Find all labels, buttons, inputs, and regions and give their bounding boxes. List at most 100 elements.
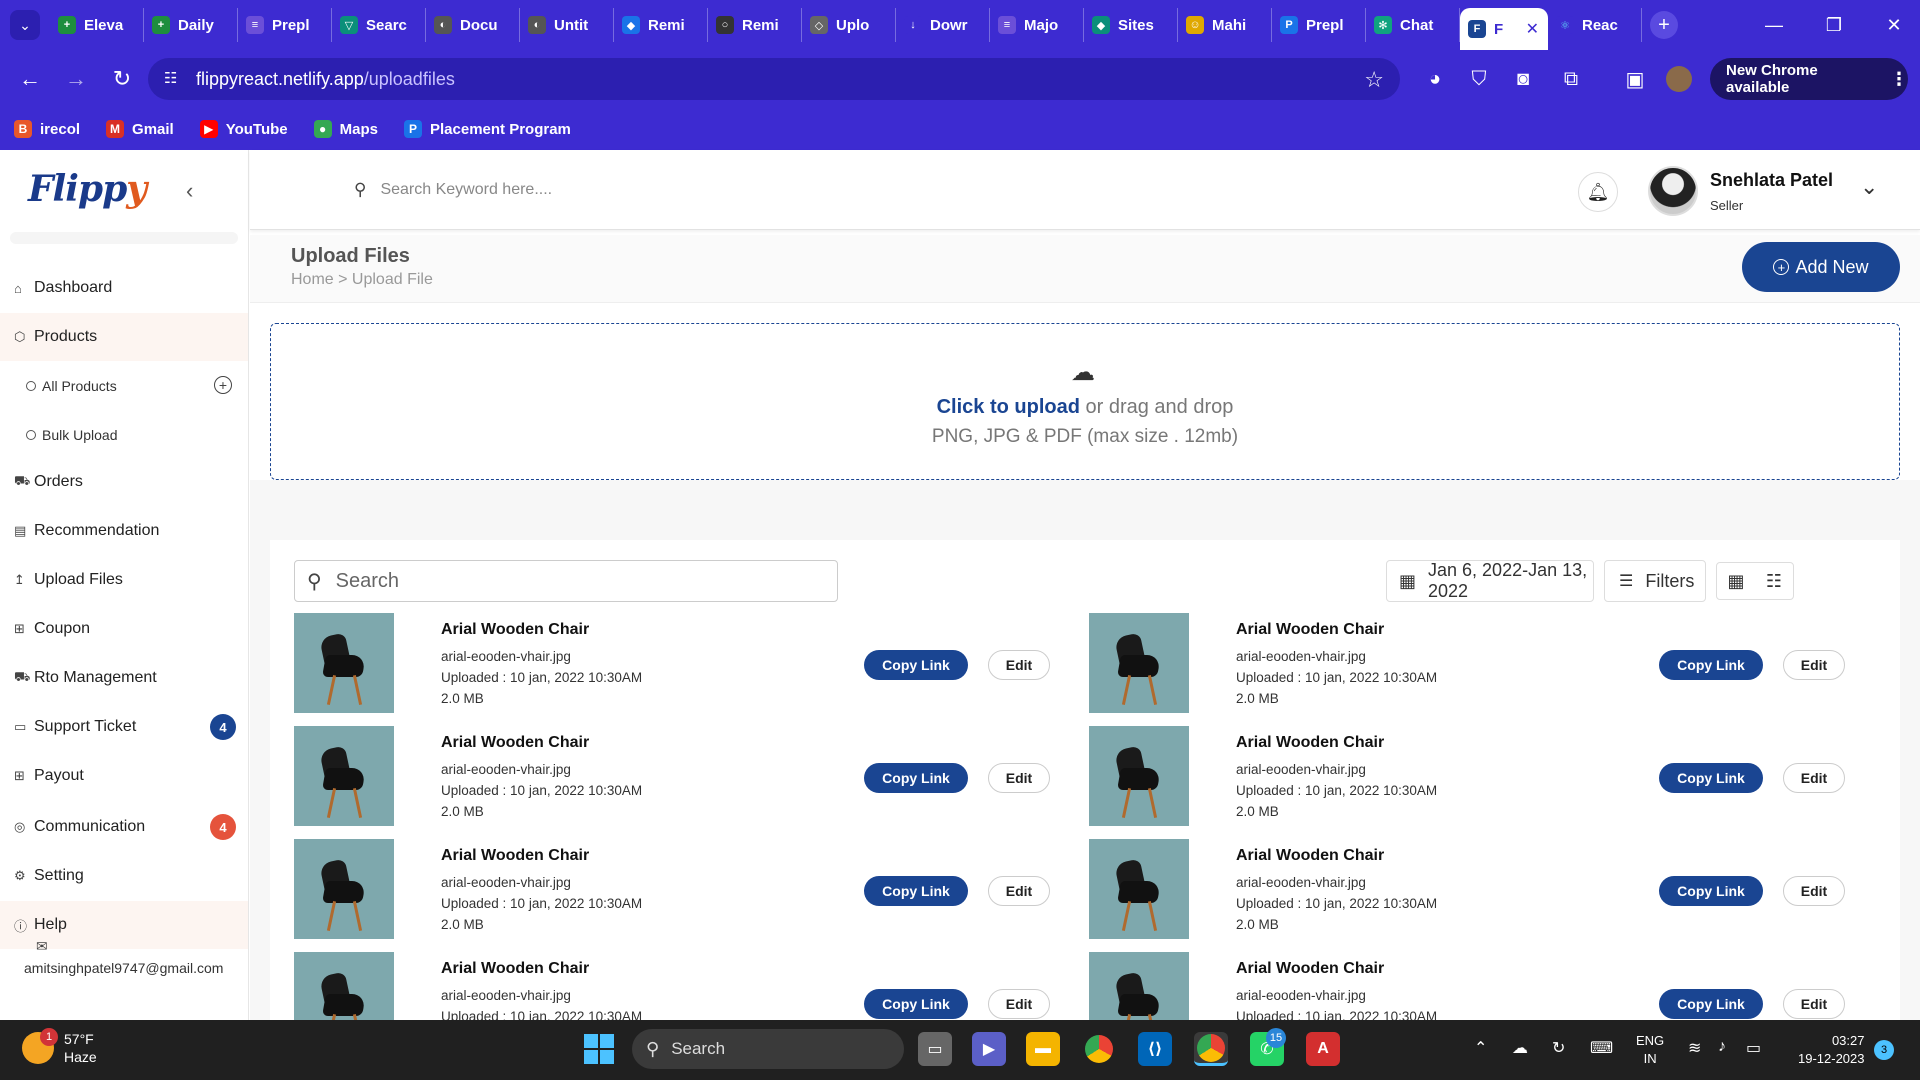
edit-button[interactable]: Edit: [1783, 650, 1845, 680]
browser-tab[interactable]: ◐ Untit: [520, 8, 614, 42]
browser-tab[interactable]: ◆ Remi: [614, 8, 708, 42]
list-view-icon[interactable]: ☷: [1755, 563, 1793, 599]
color-extension-icon[interactable]: ◕: [1420, 64, 1450, 94]
avatar[interactable]: [1648, 166, 1698, 216]
close-tab-icon[interactable]: ✕: [1526, 19, 1539, 39]
battery-icon[interactable]: ▭: [1746, 1038, 1761, 1058]
grid-view-icon[interactable]: ▦: [1717, 563, 1755, 599]
sidebar-item-upload-files[interactable]: ↥ Upload Files: [0, 556, 248, 604]
notification-bell-icon[interactable]: 🔔︎: [1578, 172, 1618, 212]
sidebar-item-dashboard[interactable]: ⌂ Dashboard: [0, 264, 248, 312]
browser-tab[interactable]: + Daily: [144, 8, 238, 42]
shield-extension-icon[interactable]: ⛉: [1464, 64, 1494, 94]
camera-extension-icon[interactable]: ◙: [1508, 64, 1538, 94]
copy-link-button[interactable]: Copy Link: [1659, 876, 1763, 906]
browser-tab[interactable]: ✻ Chat: [1366, 8, 1460, 42]
sidebar-subitem-all-products[interactable]: All Products: [26, 378, 117, 394]
browser-tab[interactable]: ≡ Majo: [990, 8, 1084, 42]
sidebar-item-recommendation[interactable]: ▤ Recommendation: [0, 507, 248, 555]
browser-tab[interactable]: ◆ Sites: [1084, 8, 1178, 42]
edit-button[interactable]: Edit: [988, 763, 1050, 793]
browser-tab[interactable]: + Eleva: [50, 8, 144, 42]
task-view-icon[interactable]: ▭: [918, 1032, 952, 1066]
sidebar-item-payout[interactable]: ⊞ Payout: [0, 752, 248, 800]
upload-dropzone[interactable]: ☁︎ Click to upload or drag and drop PNG,…: [270, 323, 1900, 480]
sidebar-item-coupon[interactable]: ⊞ Coupon: [0, 605, 248, 653]
edit-button[interactable]: Edit: [1783, 763, 1845, 793]
click-to-upload-link[interactable]: Click to upload: [937, 396, 1080, 418]
date-range-picker[interactable]: ▦ Jan 6, 2022-Jan 13, 2022: [1386, 560, 1594, 602]
bookmark-item[interactable]: Birecol: [14, 120, 80, 138]
language-indicator[interactable]: ENG IN: [1636, 1032, 1664, 1068]
browser-tab[interactable]: ⚛ Reac: [1548, 8, 1642, 42]
clock[interactable]: 03:27 19-12-2023: [1798, 1032, 1865, 1068]
site-settings-icon[interactable]: ☷: [164, 69, 184, 89]
browser-tab[interactable]: ≡ Prepl: [238, 8, 332, 42]
tab-search-button[interactable]: ⌄: [10, 10, 40, 40]
sidebar-item-rto-management[interactable]: ⛟ Rto Management: [0, 654, 248, 702]
wifi-icon[interactable]: ≋: [1688, 1038, 1701, 1058]
sidebar-item-products[interactable]: ⬡ Products: [0, 313, 248, 361]
add-new-button[interactable]: + Add New: [1742, 242, 1900, 292]
windows-start-icon[interactable]: [584, 1034, 614, 1064]
browser-tab[interactable]: ↓ Dowr: [896, 8, 990, 42]
copy-link-button[interactable]: Copy Link: [864, 989, 968, 1019]
profile-avatar[interactable]: [1666, 66, 1692, 92]
reload-icon[interactable]: ↻: [102, 59, 142, 99]
browser-tab-active[interactable]: F F ✕: [1460, 8, 1548, 50]
chrome-icon[interactable]: [1082, 1032, 1116, 1066]
chevron-down-icon[interactable]: ⌄: [1860, 174, 1878, 200]
acrobat-icon[interactable]: A: [1306, 1032, 1340, 1066]
sidebar-subitem-bulk-upload[interactable]: Bulk Upload: [26, 427, 118, 443]
bookmark-item[interactable]: M Gmail: [106, 120, 174, 138]
browser-tab[interactable]: ☺ Mahi: [1178, 8, 1272, 42]
edit-button[interactable]: Edit: [988, 650, 1050, 680]
add-product-icon[interactable]: +: [214, 376, 232, 394]
copy-link-button[interactable]: Copy Link: [864, 763, 968, 793]
copy-link-button[interactable]: Copy Link: [864, 650, 968, 680]
forward-icon[interactable]: →: [56, 59, 96, 99]
sidebar-item-orders[interactable]: ⛟ Orders: [0, 458, 248, 506]
sidebar-item-setting[interactable]: ⚙ Setting: [0, 852, 248, 900]
restore-button[interactable]: ❐: [1804, 0, 1864, 50]
chrome-active-icon[interactable]: [1194, 1032, 1228, 1066]
bookmark-item[interactable]: P Placement Program: [404, 120, 571, 138]
copy-link-button[interactable]: Copy Link: [1659, 763, 1763, 793]
keyboard-icon[interactable]: ⌨: [1590, 1038, 1613, 1058]
edit-button[interactable]: Edit: [1783, 876, 1845, 906]
onedrive-icon[interactable]: ☁: [1512, 1038, 1528, 1058]
taskbar-search[interactable]: ⚲ Search: [632, 1029, 904, 1069]
chevron-up-icon[interactable]: ⌃: [1474, 1038, 1487, 1058]
bookmark-star-icon[interactable]: ☆: [1364, 67, 1384, 93]
browser-tab[interactable]: ◇ Uplo: [802, 8, 896, 42]
vscode-icon[interactable]: ⟨⟩: [1138, 1032, 1172, 1066]
copy-link-button[interactable]: Copy Link: [1659, 650, 1763, 680]
edit-button[interactable]: Edit: [988, 876, 1050, 906]
copy-link-button[interactable]: Copy Link: [864, 876, 968, 906]
bookmark-item[interactable]: ● Maps: [313, 120, 378, 138]
volume-icon[interactable]: ♪: [1718, 1038, 1726, 1056]
teams-icon[interactable]: ▶: [972, 1032, 1006, 1066]
weather-widget[interactable]: 1 57°F Haze: [22, 1028, 97, 1066]
collapse-sidebar-icon[interactable]: ‹: [186, 178, 193, 204]
minimize-button[interactable]: —: [1744, 0, 1804, 50]
url-bar[interactable]: ☷ flippyreact.netlify.app/uploadfiles ☆: [148, 58, 1400, 100]
new-chrome-available-button[interactable]: New Chrome available ⋮: [1710, 58, 1908, 100]
side-panel-icon[interactable]: ▣: [1620, 64, 1650, 94]
bookmark-item[interactable]: ▶ YouTube: [199, 120, 288, 138]
flippy-logo[interactable]: Flippy: [28, 168, 147, 210]
edit-button[interactable]: Edit: [1783, 989, 1845, 1019]
file-explorer-icon[interactable]: ▬: [1026, 1032, 1060, 1066]
copy-link-button[interactable]: Copy Link: [1659, 989, 1763, 1019]
new-tab-button[interactable]: +: [1650, 11, 1678, 39]
close-window-button[interactable]: ✕: [1864, 0, 1920, 50]
browser-tab[interactable]: P Prepl: [1272, 8, 1366, 42]
notification-count-badge[interactable]: 3: [1874, 1040, 1894, 1060]
file-search-input[interactable]: ⚲ Search: [294, 560, 838, 602]
chrome-menu-icon[interactable]: ⋮: [1890, 69, 1908, 90]
browser-tab[interactable]: ◐ Docu: [426, 8, 520, 42]
browser-tab[interactable]: ○ Remi: [708, 8, 802, 42]
keyword-search[interactable]: ⚲ Search Keyword here....: [354, 180, 552, 200]
filters-button[interactable]: ☰ Filters: [1604, 560, 1706, 602]
back-icon[interactable]: ←: [10, 59, 50, 99]
